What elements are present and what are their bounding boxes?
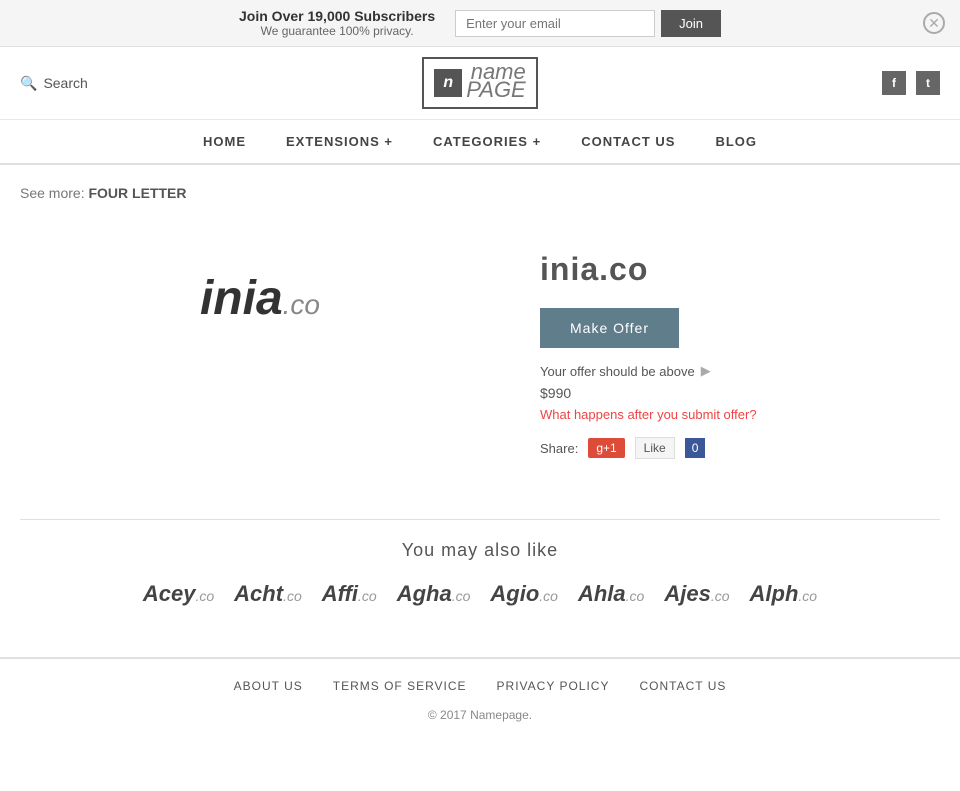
logo-box: n name PAGE bbox=[422, 57, 538, 109]
also-like-heading: You may also like bbox=[20, 540, 940, 561]
search-area[interactable]: 🔍 Search bbox=[20, 75, 140, 92]
see-more-prefix: See more: bbox=[20, 185, 85, 201]
nav-categories[interactable]: CATEGORIES + bbox=[433, 134, 541, 149]
footer-links: ABOUT US TERMS OF SERVICE PRIVACY POLICY CO… bbox=[20, 679, 940, 693]
domain-info: inia.co Make Offer Your offer should be … bbox=[540, 231, 940, 479]
content-area: inia.co inia.co Make Offer Your offer sh… bbox=[20, 231, 940, 479]
banner-form: Join bbox=[455, 10, 721, 37]
also-like-item[interactable]: Ahla.co bbox=[578, 581, 644, 607]
close-banner-button[interactable]: ✕ bbox=[923, 12, 945, 34]
footer-link-about[interactable]: ABOUT US bbox=[234, 679, 303, 693]
offer-info: Your offer should be above ▶ bbox=[540, 363, 940, 379]
domain-logo-display: inia.co bbox=[20, 231, 500, 366]
nav-blog[interactable]: BLOG bbox=[715, 134, 757, 149]
twitter-icon[interactable]: t bbox=[916, 71, 940, 95]
search-icon: 🔍 bbox=[20, 75, 37, 92]
brand-link[interactable]: Namepage. bbox=[470, 708, 532, 722]
arrow-right-icon: ▶ bbox=[701, 363, 711, 379]
copyright: © 2017 bbox=[428, 708, 467, 722]
also-like-item[interactable]: Acey.co bbox=[143, 581, 214, 607]
join-button[interactable]: Join bbox=[661, 10, 721, 37]
facebook-like-button[interactable]: Like bbox=[635, 437, 675, 459]
share-area: Share: g+1 Like 0 bbox=[540, 437, 940, 459]
footer-link-contact[interactable]: CONTACT US bbox=[639, 679, 726, 693]
see-more-value[interactable]: FOUR LETTER bbox=[88, 185, 186, 201]
also-like-item[interactable]: Alph.co bbox=[750, 581, 818, 607]
main-content: See more: FOUR LETTER inia.co inia.co Ma… bbox=[0, 165, 960, 657]
also-like-section: You may also like Acey.coAcht.coAffi.coA… bbox=[20, 540, 940, 607]
footer-link-tos[interactable]: TERMS OF SERVICE bbox=[333, 679, 467, 693]
also-like-item[interactable]: Agha.co bbox=[397, 581, 471, 607]
logo-area[interactable]: n name PAGE bbox=[422, 57, 538, 109]
nav-home[interactable]: HOME bbox=[203, 134, 246, 149]
domain-name-big: inia bbox=[200, 272, 283, 325]
also-like-item[interactable]: Acht.co bbox=[234, 581, 302, 607]
domain-tld-big: .co bbox=[283, 289, 320, 320]
top-banner: Join Over 19,000 Subscribers We guarante… bbox=[0, 0, 960, 47]
email-input[interactable] bbox=[455, 10, 655, 37]
also-like-item[interactable]: Agio.co bbox=[490, 581, 558, 607]
facebook-icon[interactable]: f bbox=[882, 71, 906, 95]
facebook-count: 0 bbox=[685, 438, 706, 458]
main-nav: HOME EXTENSIONS + CATEGORIES + CONTACT U… bbox=[0, 120, 960, 165]
nav-extensions[interactable]: EXTENSIONS + bbox=[286, 134, 393, 149]
also-like-grid: Acey.co Acht.co Affi.co Agha.co Agio.co Ahla.… bbox=[20, 581, 940, 607]
search-label: Search bbox=[43, 75, 87, 91]
header: 🔍 Search n name PAGE f t bbox=[0, 47, 960, 120]
offer-info-text: Your offer should be above bbox=[540, 364, 695, 379]
also-like-item[interactable]: Ajes.co bbox=[664, 581, 729, 607]
logo-mark: n bbox=[434, 69, 462, 97]
make-offer-button[interactable]: Make Offer bbox=[540, 308, 679, 348]
footer-link-privacy[interactable]: PRIVACY POLICY bbox=[497, 679, 610, 693]
domain-logo-big: inia.co bbox=[200, 271, 320, 326]
offer-price: $990 bbox=[540, 385, 940, 401]
footer-copy: © 2017 Namepage. bbox=[20, 708, 940, 722]
banner-text: Join Over 19,000 Subscribers We guarante… bbox=[239, 8, 435, 38]
also-like-item[interactable]: Affi.co bbox=[322, 581, 377, 607]
social-icons: f t bbox=[820, 71, 940, 95]
see-more: See more: FOUR LETTER bbox=[20, 185, 940, 201]
divider bbox=[20, 519, 940, 520]
footer: ABOUT US TERMS OF SERVICE PRIVACY POLICY CO… bbox=[0, 657, 960, 742]
share-label: Share: bbox=[540, 441, 578, 456]
offer-question[interactable]: What happens after you submit offer? bbox=[540, 407, 940, 422]
banner-subline: We guarantee 100% privacy. bbox=[239, 24, 435, 38]
fb-like-label: Like bbox=[644, 441, 666, 455]
nav-contact[interactable]: CONTACT US bbox=[581, 134, 675, 149]
google-plus-button[interactable]: g+1 bbox=[588, 438, 624, 458]
banner-headline: Join Over 19,000 Subscribers bbox=[239, 8, 435, 24]
logo-text: name PAGE bbox=[466, 65, 526, 101]
domain-title: inia.co bbox=[540, 251, 940, 288]
